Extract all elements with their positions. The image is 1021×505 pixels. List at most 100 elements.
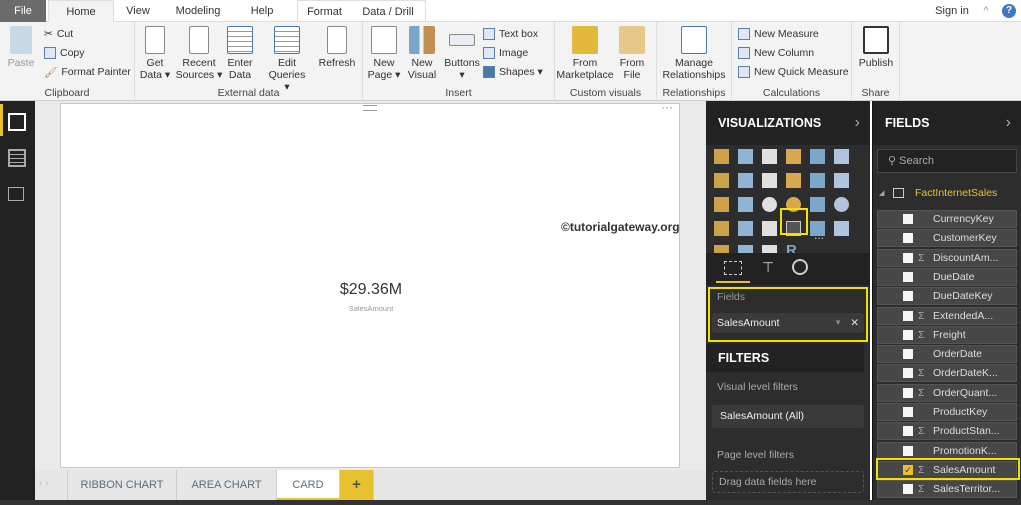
more-visuals-icon[interactable]: ... bbox=[814, 228, 824, 242]
field-checkbox[interactable] bbox=[903, 484, 913, 495]
pie-visual-icon[interactable] bbox=[762, 197, 777, 212]
ribbon-visual-icon[interactable] bbox=[834, 173, 849, 188]
tab-modeling[interactable]: Modeling bbox=[168, 0, 228, 22]
edit-queries-button[interactable]: Edit Queries ▾ bbox=[265, 26, 309, 93]
new-page-button[interactable]: New Page ▾ bbox=[367, 26, 401, 81]
new-quick-measure-button[interactable]: New Quick Measure bbox=[738, 64, 849, 80]
new-visual-button[interactable]: New Visual bbox=[405, 26, 439, 81]
area-visual-icon[interactable] bbox=[738, 173, 753, 188]
field-checkbox[interactable] bbox=[903, 426, 913, 437]
page-tab-ribbon-chart[interactable]: RIBBON CHART bbox=[67, 470, 177, 500]
analytics-icon[interactable] bbox=[792, 259, 808, 275]
page-tab-card[interactable]: CARD bbox=[277, 470, 340, 500]
tab-view[interactable]: View bbox=[118, 0, 158, 22]
recent-sources-button[interactable]: Recent Sources ▾ bbox=[175, 26, 223, 81]
field-checkbox[interactable] bbox=[903, 252, 913, 263]
collapse-icon[interactable]: ◢ bbox=[879, 189, 884, 197]
report-view-icon[interactable] bbox=[8, 113, 26, 131]
funnel-visual-icon[interactable] bbox=[738, 221, 753, 236]
waterfall-visual-icon[interactable] bbox=[714, 197, 729, 212]
field-checkbox[interactable] bbox=[903, 368, 913, 379]
chevron-right-icon[interactable]: › bbox=[1006, 101, 1011, 145]
field-well-item[interactable]: SalesAmount ▼ ✕ bbox=[712, 313, 864, 333]
field-checkbox[interactable] bbox=[903, 310, 913, 321]
table-name[interactable]: FactInternetSales bbox=[915, 187, 997, 199]
field-item[interactable]: OrderDate bbox=[877, 345, 1017, 364]
visual-filter-item[interactable]: SalesAmount (All) bbox=[712, 405, 864, 428]
fields-tab-icon[interactable] bbox=[724, 261, 742, 275]
drag-handle-icon[interactable] bbox=[363, 105, 377, 111]
field-item[interactable]: DueDateKey bbox=[877, 287, 1017, 306]
dropdown-icon[interactable]: ▼ bbox=[834, 313, 842, 333]
scatter-visual-icon[interactable] bbox=[738, 197, 753, 212]
field-checkbox[interactable] bbox=[903, 387, 913, 398]
refresh-button[interactable]: Refresh bbox=[317, 26, 357, 69]
treemap-visual-icon[interactable] bbox=[810, 197, 825, 212]
field-checkbox[interactable] bbox=[903, 271, 913, 282]
report-page[interactable]: ··· $29.36M SalesAmount ©tutorialgateway… bbox=[60, 100, 680, 468]
sign-in-link[interactable]: Sign in bbox=[930, 0, 974, 22]
stacked-column-visual-icon[interactable] bbox=[738, 149, 753, 164]
manage-relationships-button[interactable]: Manage Relationships bbox=[659, 26, 729, 81]
field-checkbox[interactable] bbox=[903, 329, 913, 340]
from-marketplace-button[interactable]: From Marketplace bbox=[556, 26, 614, 81]
tab-file[interactable]: File bbox=[0, 0, 46, 22]
field-checkbox[interactable] bbox=[903, 291, 913, 302]
field-item[interactable]: Σ Freight bbox=[877, 325, 1017, 344]
from-file-button[interactable]: From File bbox=[617, 26, 647, 81]
100-column-visual-icon[interactable] bbox=[834, 149, 849, 164]
relationships-view-icon[interactable] bbox=[8, 187, 24, 201]
100-bar-visual-icon[interactable] bbox=[810, 149, 825, 164]
field-checkbox[interactable] bbox=[903, 214, 913, 224]
paste-button[interactable]: Paste bbox=[6, 26, 36, 69]
field-checkbox[interactable] bbox=[903, 233, 913, 244]
get-data-button[interactable]: Get Data ▾ bbox=[139, 26, 171, 81]
field-item[interactable]: Σ OrderDateK... bbox=[877, 364, 1017, 383]
field-item[interactable]: ProductKey bbox=[877, 403, 1017, 421]
field-item[interactable]: Σ DiscountAm... bbox=[877, 248, 1017, 267]
field-item[interactable]: Σ SalesTerritor... bbox=[877, 480, 1017, 499]
prev-page-icon[interactable]: ‹ › bbox=[39, 478, 48, 489]
line-column-visual-icon[interactable] bbox=[786, 173, 801, 188]
field-item[interactable]: CurrencyKey bbox=[877, 210, 1017, 228]
filled-map-visual-icon[interactable] bbox=[714, 221, 729, 236]
field-checkbox[interactable] bbox=[903, 445, 913, 456]
tab-format[interactable]: Format bbox=[297, 0, 351, 22]
image-button[interactable]: Image bbox=[483, 45, 528, 61]
help-icon[interactable]: ? bbox=[1002, 4, 1016, 18]
field-item[interactable]: Σ ProductStan... bbox=[877, 422, 1017, 441]
stacked-bar-visual-icon[interactable] bbox=[714, 149, 729, 164]
field-item[interactable]: CustomerKey bbox=[877, 229, 1017, 248]
add-page-button[interactable]: + bbox=[340, 470, 374, 500]
kpi-visual-icon[interactable] bbox=[834, 221, 849, 236]
cut-button[interactable]: ✂ Cut bbox=[44, 26, 73, 42]
tab-help[interactable]: Help bbox=[240, 0, 284, 22]
collapse-ribbon-icon[interactable]: ^ bbox=[980, 0, 992, 22]
field-item[interactable]: PromotionK... bbox=[877, 441, 1017, 460]
clustered-bar-visual-icon[interactable] bbox=[762, 149, 777, 164]
gauge-visual-icon[interactable] bbox=[762, 221, 777, 236]
shapes-button[interactable]: Shapes ▾ bbox=[483, 64, 543, 80]
map-visual-icon[interactable] bbox=[834, 197, 849, 212]
field-item[interactable]: DueDate bbox=[877, 267, 1017, 286]
new-measure-button[interactable]: New Measure bbox=[738, 26, 819, 42]
format-paint-roller-icon[interactable]: ⊤ bbox=[762, 259, 774, 276]
stacked-area-visual-icon[interactable] bbox=[762, 173, 777, 188]
publish-button[interactable]: Publish bbox=[856, 26, 896, 69]
remove-field-icon[interactable]: ✕ bbox=[850, 313, 859, 333]
tab-data-drill[interactable]: Data / Drill bbox=[351, 0, 426, 22]
field-item[interactable]: Σ OrderQuant... bbox=[877, 383, 1017, 402]
line-visual-icon[interactable] bbox=[714, 173, 729, 188]
text-box-button[interactable]: Text box bbox=[483, 26, 538, 42]
field-item[interactable]: Σ ExtendedA... bbox=[877, 306, 1017, 325]
copy-button[interactable]: Copy bbox=[44, 45, 85, 61]
field-checkbox[interactable] bbox=[903, 407, 913, 417]
chevron-right-icon[interactable]: › bbox=[855, 101, 860, 145]
drag-fields-dropzone[interactable]: Drag data fields here bbox=[712, 471, 864, 493]
search-input[interactable]: ⚲ Search bbox=[877, 149, 1017, 173]
enter-data-button[interactable]: Enter Data bbox=[225, 26, 255, 81]
line-clustered-visual-icon[interactable] bbox=[810, 173, 825, 188]
field-checkbox[interactable] bbox=[903, 349, 913, 360]
data-view-icon[interactable] bbox=[8, 149, 26, 167]
new-column-button[interactable]: New Column bbox=[738, 45, 814, 61]
